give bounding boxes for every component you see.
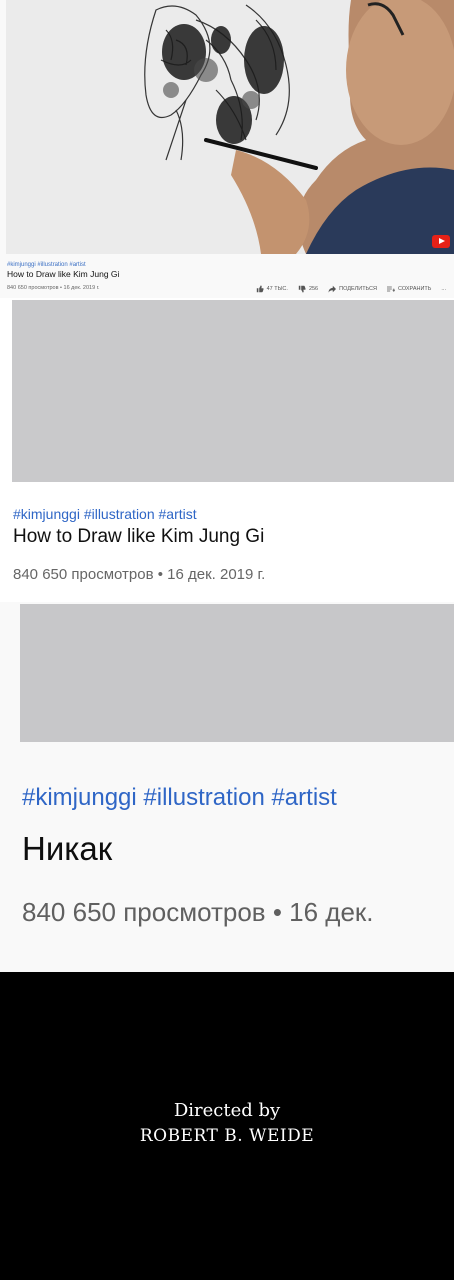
share-label: ПОДЕЛИТЬСЯ — [339, 286, 377, 292]
video-player[interactable] — [6, 0, 454, 254]
save-label: СОХРАНИТЬ — [397, 286, 432, 292]
credits-directed-by: Directed by — [173, 1100, 281, 1121]
video-title-zoom1: How to Draw like Kim Jung Gi — [13, 526, 265, 547]
more-icon: ... — [441, 286, 446, 292]
like-count: 47 ТЫС. — [266, 286, 288, 292]
dislike-button[interactable]: 256 — [298, 285, 318, 293]
video-hashtags-zoom1[interactable]: #kimjunggi #illustration #artist — [13, 506, 197, 522]
artist-drawing-illustration — [6, 0, 454, 254]
credits-director-name: ROBERT B. WEIDE — [139, 1126, 315, 1146]
share-icon — [328, 285, 337, 293]
youtube-logo-icon[interactable] — [432, 235, 450, 248]
video-actions-bar: 47 ТЫС. 256 ПОДЕЛИТЬСЯ СОХРАНИТЬ ... — [256, 285, 446, 293]
video-title-zoom2: Никак — [22, 830, 113, 867]
video-thumbnail-placeholder-zoom — [20, 604, 454, 742]
more-actions-button[interactable]: ... — [441, 286, 446, 292]
like-icon — [256, 285, 264, 293]
video-hashtags[interactable]: #kimjunggi #illustration #artist — [7, 262, 86, 268]
video-title: How to Draw like Kim Jung Gi — [7, 269, 120, 279]
dislike-icon — [298, 285, 306, 293]
video-hashtags-zoom2[interactable]: #kimjunggi #illustration #artist — [22, 784, 337, 812]
video-view-count-date: 840 650 просмотров • 16 дек. 2019 г. — [7, 285, 100, 291]
video-page-screenshot: #kimjunggi #illustration #artist How to … — [0, 0, 454, 298]
save-playlist-icon — [386, 286, 395, 292]
dislike-count: 256 — [308, 286, 319, 292]
save-button[interactable]: СОХРАНИТЬ — [386, 285, 432, 293]
share-button[interactable]: ПОДЕЛИТЬСЯ — [328, 285, 377, 293]
video-view-count-date-zoom2: 840 650 просмотров • 16 дек. — [22, 897, 374, 927]
video-view-count-date-zoom1: 840 650 просмотров • 16 дек. 2019 г. — [13, 566, 266, 583]
video-thumbnail-placeholder — [12, 300, 454, 482]
zoomed-crop-1 — [0, 298, 454, 602]
credits-screen: Directed by ROBERT B. WEIDE — [0, 972, 454, 1280]
like-button[interactable]: 47 ТЫС. — [256, 285, 288, 293]
